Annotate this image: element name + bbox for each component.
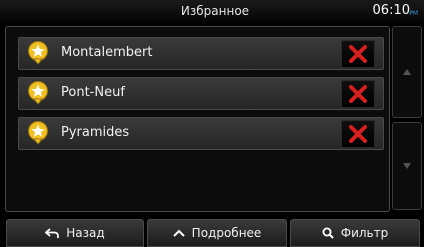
- delete-button[interactable]: [341, 40, 375, 68]
- status-bar: Избранное 06:10 PM: [0, 0, 424, 22]
- favorites-list: Montalembert Pont-Neuf Pyramides: [5, 26, 390, 212]
- favorite-name: Pyramides: [61, 125, 130, 140]
- favorite-item[interactable]: Pont-Neuf: [18, 77, 384, 110]
- bottom-toolbar: Назад Подробнее Фильтр: [0, 217, 424, 247]
- filter-button-label: Фильтр: [340, 226, 389, 240]
- screen-title: Избранное: [180, 4, 250, 18]
- red-x-icon: [349, 125, 367, 143]
- favorite-item[interactable]: Pyramides: [18, 117, 384, 150]
- filter-button[interactable]: Фильтр: [290, 219, 420, 247]
- favorite-name: Pont-Neuf: [61, 85, 125, 100]
- favorites-screen: Избранное 06:10 PM Montalembert Pont-Neu…: [0, 0, 424, 247]
- scroll-up-button[interactable]: [392, 26, 422, 118]
- clock: 06:10: [372, 3, 410, 18]
- back-button[interactable]: Назад: [6, 219, 144, 247]
- red-x-icon: [349, 85, 367, 103]
- more-button[interactable]: Подробнее: [147, 219, 287, 247]
- scroll-down-button[interactable]: [392, 122, 422, 210]
- favorite-item[interactable]: Montalembert: [18, 37, 384, 70]
- delete-button[interactable]: [341, 120, 375, 148]
- clock-suffix: PM: [409, 10, 418, 17]
- star-pin-icon: [27, 81, 49, 105]
- star-pin-icon: [27, 41, 49, 65]
- delete-button[interactable]: [341, 80, 375, 108]
- chevron-up-icon: [172, 229, 185, 237]
- star-pin-icon: [27, 121, 49, 145]
- back-arrow-icon: [45, 227, 60, 239]
- back-button-label: Назад: [66, 226, 105, 240]
- search-icon: [322, 227, 334, 239]
- arrow-down-icon: [403, 163, 411, 169]
- scroll-controls: [392, 26, 422, 210]
- more-button-label: Подробнее: [191, 226, 262, 240]
- arrow-up-icon: [403, 69, 411, 75]
- red-x-icon: [349, 45, 367, 63]
- favorite-name: Montalembert: [61, 45, 153, 60]
